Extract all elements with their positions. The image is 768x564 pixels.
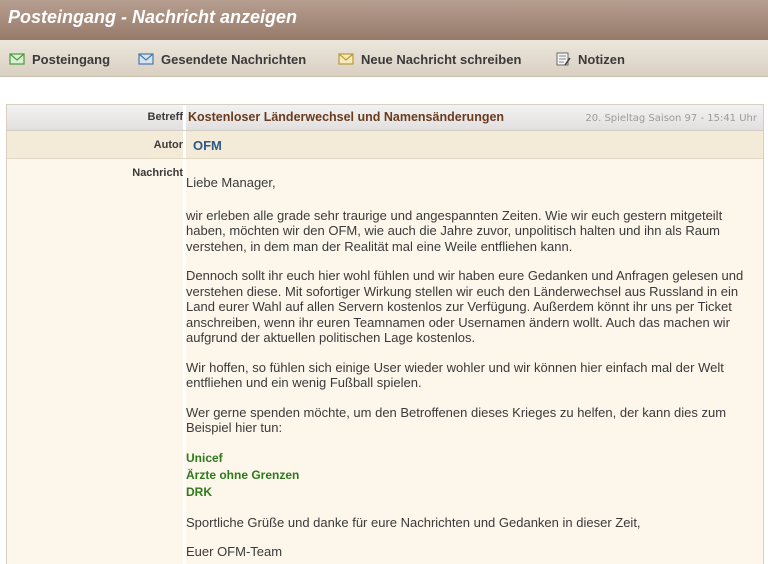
message-signature: Euer OFM-Team (186, 544, 283, 559)
author-link[interactable]: OFM (193, 138, 222, 153)
nav-label: Posteingang (32, 51, 111, 67)
donation-link-unicef[interactable]: Unicef (186, 450, 756, 467)
author-label: Autor (153, 139, 183, 151)
column-divider (183, 105, 186, 130)
nav-posteingang[interactable]: Posteingang (9, 50, 110, 68)
nav-label: Notizen (578, 51, 625, 67)
message-paragraph: Dennoch sollt ihr euch hier wohl fühlen … (186, 268, 744, 345)
body-label: Nachricht (132, 167, 183, 179)
message-closing: Sportliche Grüße und danke für eure Nach… (186, 514, 641, 530)
title-bar: Posteingang - Nachricht anzeigen (0, 0, 768, 40)
donation-link-drk[interactable]: DRK (186, 484, 756, 501)
donation-links: Unicef Ärzte ohne Grenzen DRK (186, 450, 756, 501)
column-divider (183, 131, 186, 158)
nav-bar: Posteingang Gesendete Nachrichten Neue N… (0, 40, 768, 77)
message-body: Liebe Manager, wir erleben alle grade se… (186, 175, 756, 560)
message-greeting: Liebe Manager, (186, 175, 276, 190)
nav-neue-nachricht[interactable]: Neue Nachricht schreiben (338, 50, 521, 68)
donation-link-aerzte-ohne-grenzen[interactable]: Ärzte ohne Grenzen (186, 467, 756, 484)
message-timestamp: 20. Spieltag Saison 97 - 15:41 Uhr (585, 113, 757, 124)
author-row: Autor OFM (7, 131, 763, 159)
envelope-yellow-icon (338, 53, 354, 65)
message-subject: Kostenloser Länderwechsel und Namensände… (188, 110, 505, 124)
nav-label: Neue Nachricht schreiben (361, 51, 522, 67)
subject-row: Betreff Kostenloser Länderwechsel und Na… (7, 105, 763, 131)
subject-label: Betreff (7, 111, 183, 123)
message-panel: Betreff Kostenloser Länderwechsel und Na… (6, 104, 764, 564)
message-paragraph: wir erleben alle grade sehr traurige und… (186, 207, 723, 254)
message-paragraph: Wir hoffen, so fühlen sich einige User w… (186, 359, 724, 391)
nav-notizen[interactable]: Notizen (555, 50, 625, 68)
page-title: Posteingang - Nachricht anzeigen (8, 7, 298, 27)
notepad-icon (556, 52, 571, 66)
nav-label: Gesendete Nachrichten (161, 51, 307, 67)
subject-label-text: Betreff (147, 111, 183, 123)
message-paragraph: Wer gerne spenden möchte, um den Betroff… (186, 404, 727, 436)
envelope-blue-icon (138, 53, 154, 65)
envelope-green-icon (9, 53, 25, 65)
nav-gesendete-nachrichten[interactable]: Gesendete Nachrichten (138, 50, 306, 68)
